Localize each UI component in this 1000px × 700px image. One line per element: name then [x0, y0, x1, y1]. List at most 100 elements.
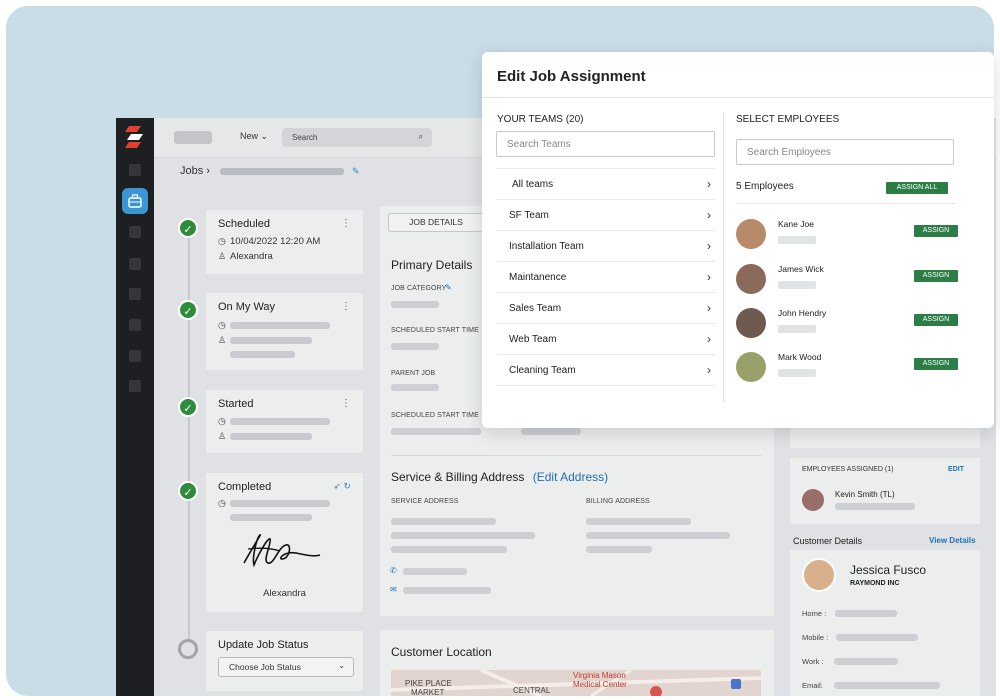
sidebar-item[interactable]: [129, 164, 141, 176]
signer-name: Alexandra: [263, 588, 306, 599]
assign-button[interactable]: ASSIGN: [914, 314, 958, 326]
employee-avatar: [736, 219, 766, 249]
timeline-card-completed: Completed ➶ ↻ ◷ Alexandra: [206, 473, 363, 612]
text-placeholder: [403, 568, 467, 575]
job-status-select[interactable]: Choose Job Status ⌄: [218, 657, 354, 677]
team-label: Cleaning Team: [509, 365, 576, 376]
location-map[interactable]: PIKE PLACE MARKET CENTRAL Virginia Mason…: [391, 670, 761, 696]
chevron-right-icon: ›: [707, 239, 711, 253]
text-placeholder: [391, 532, 535, 539]
sidebar-item[interactable]: [129, 258, 141, 270]
team-item[interactable]: SF Team ›: [497, 200, 715, 231]
assign-button[interactable]: ASSIGN: [914, 358, 958, 370]
service-address-label: SERVICE ADDRESS: [391, 498, 459, 505]
edit-job-assignment-modal: Edit Job Assignment YOUR TEAMS (20) Sear…: [482, 52, 994, 428]
more-icon[interactable]: ⋮: [341, 301, 351, 312]
check-icon: ✓: [178, 397, 198, 417]
tab-job-details[interactable]: JOB DETAILS: [388, 213, 484, 232]
sidebar-item[interactable]: [129, 380, 141, 392]
team-label: SF Team: [509, 210, 549, 221]
edit-icon[interactable]: ✎: [352, 166, 360, 177]
edit-icon[interactable]: ✎: [445, 283, 452, 292]
employees-header: SELECT EMPLOYEES: [736, 114, 840, 125]
card-title: Scheduled: [218, 218, 270, 230]
edit-link[interactable]: EDIT: [948, 466, 964, 473]
divider: [391, 455, 761, 456]
user-icon: ♙: [218, 335, 227, 345]
check-icon: ✓: [178, 481, 198, 501]
select-value: Choose Job Status: [229, 662, 301, 672]
sidebar-item-jobs[interactable]: [122, 188, 148, 214]
team-label: Sales Team: [509, 303, 562, 314]
card-title: Completed: [218, 481, 272, 493]
user-icon: ♙: [218, 431, 227, 441]
more-icon[interactable]: ⋮: [341, 218, 351, 229]
team-item[interactable]: Sales Team ›: [497, 293, 715, 324]
text-placeholder: [586, 532, 730, 539]
brand-logo-icon: [125, 126, 143, 148]
new-button[interactable]: New ⌄: [240, 131, 268, 142]
account-pill[interactable]: [174, 131, 212, 144]
scheduled-start-label-2: SCHEDULED START TIME: [391, 412, 479, 419]
chevron-right-icon: ›: [707, 208, 711, 222]
text-placeholder: [778, 325, 816, 333]
chevron-down-icon: ⌄: [338, 661, 345, 670]
text-placeholder: [391, 384, 439, 391]
assign-button[interactable]: ASSIGN: [914, 270, 958, 282]
search-placeholder: Search: [292, 133, 318, 142]
navigate-refresh-icon[interactable]: ➶ ↻: [333, 481, 351, 492]
sidebar-item[interactable]: [129, 226, 141, 238]
employee-name: John Hendry: [778, 308, 827, 318]
map-label: Medical Center: [573, 680, 627, 689]
scheduled-user: Alexandra: [230, 251, 273, 262]
text-placeholder: [391, 428, 481, 435]
scheduled-date: 10/04/2022 12:20 AM: [230, 236, 321, 247]
text-placeholder: [230, 514, 312, 521]
view-details-link[interactable]: View Details: [929, 536, 976, 545]
check-icon: ✓: [178, 300, 198, 320]
clock-icon: ◷: [218, 236, 226, 246]
team-item[interactable]: All teams ›: [497, 169, 715, 200]
assign-button[interactable]: ASSIGN: [914, 225, 958, 237]
team-item[interactable]: Web Team ›: [497, 324, 715, 355]
chevron-right-icon: ›: [707, 301, 711, 315]
customer-name: Jessica Fusco: [850, 563, 927, 577]
search-input[interactable]: Search ⌕: [282, 128, 432, 147]
pending-status-icon: [178, 639, 198, 659]
team-item[interactable]: Cleaning Team ›: [497, 355, 715, 386]
employee-avatar: [736, 264, 766, 294]
breadcrumb-placeholder: [220, 168, 344, 175]
briefcase-icon: [128, 194, 142, 208]
team-item[interactable]: Maintanence ›: [497, 262, 715, 293]
text-placeholder: [391, 546, 507, 553]
team-label: Web Team: [509, 334, 557, 345]
sidebar-item[interactable]: [129, 288, 141, 300]
breadcrumb-jobs[interactable]: Jobs ›: [180, 165, 210, 177]
chevron-right-icon: ›: [707, 332, 711, 346]
search-teams-input[interactable]: Search Teams: [496, 131, 715, 157]
sidebar-item[interactable]: [129, 350, 141, 362]
chevron-right-icon: ›: [707, 177, 711, 191]
teams-header: YOUR TEAMS (20): [497, 114, 584, 125]
text-placeholder: [586, 546, 652, 553]
assign-all-button[interactable]: ASSIGN ALL: [886, 182, 948, 194]
text-placeholder: [230, 322, 330, 329]
text-placeholder: [521, 428, 581, 435]
map-label: Virginia Mason: [573, 671, 626, 680]
text-placeholder: [835, 503, 915, 510]
text-placeholder: [230, 418, 330, 425]
billing-title: Service & Billing Address: [391, 470, 525, 484]
text-placeholder: [403, 587, 491, 594]
search-employees-input[interactable]: Search Employees: [736, 139, 954, 165]
employee-row: Kane Joe ASSIGN: [736, 219, 968, 259]
home-label: Home :: [802, 609, 827, 618]
more-icon[interactable]: ⋮: [341, 398, 351, 409]
clock-icon: ◷: [218, 498, 226, 508]
team-item[interactable]: Installation Team ›: [497, 231, 715, 262]
mobile-label: Mobile :: [802, 633, 829, 642]
clock-icon: ◷: [218, 320, 226, 330]
edit-address-link[interactable]: (Edit Address): [533, 470, 608, 484]
card-title: Started: [218, 398, 254, 410]
sidebar-item[interactable]: [129, 319, 141, 331]
card-title: On My Way: [218, 301, 276, 313]
